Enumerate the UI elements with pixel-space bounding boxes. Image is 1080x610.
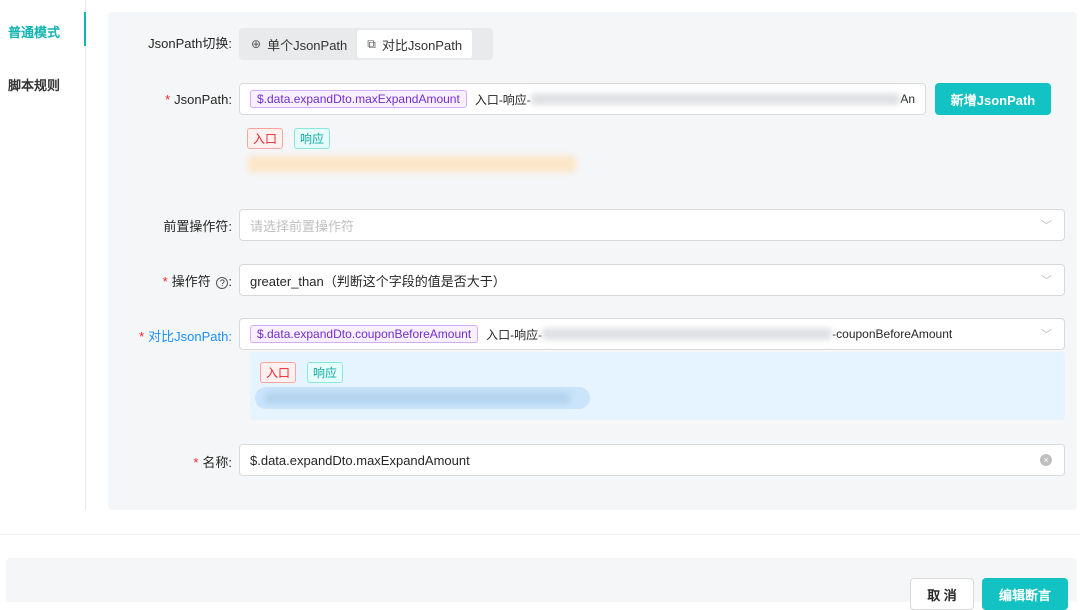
- jsonpath-suffix: An: [900, 92, 915, 106]
- compare-jsonpath-label: * 对比JsonPath:: [120, 326, 232, 345]
- required-mark: *: [165, 92, 171, 107]
- pre-operator-label: 前置操作符:: [163, 219, 232, 234]
- jsonpath-label: * JsonPath:: [130, 92, 232, 107]
- target-icon: ⊕: [251, 37, 262, 51]
- compare-jsonpath-suffix: -couponBeforeAmount: [832, 327, 953, 341]
- blurred-path: [530, 93, 901, 105]
- switch-option-single[interactable]: ⊕ 单个JsonPath: [241, 30, 357, 58]
- sidebar: 普通模式 脚本规则: [0, 0, 86, 510]
- tag-entry: 入口: [260, 362, 297, 383]
- operator-label-text: 操作符: [171, 274, 211, 289]
- jsonpath-switch-label: JsonPath切换:: [148, 36, 232, 51]
- chevron-down-icon: ﹀: [1041, 220, 1052, 232]
- active-tab-indicator: [84, 12, 86, 46]
- chevron-down-icon: ﹀: [1041, 275, 1052, 287]
- jsonpath-switch: ⊕ 单个JsonPath ⧉ 对比JsonPath: [239, 28, 493, 60]
- tag-response: 响应: [294, 128, 331, 149]
- compare-jsonpath-label-text: 对比JsonPath:: [148, 329, 232, 344]
- tag-entry: 入口: [247, 128, 284, 149]
- name-label-text: 名称:: [202, 455, 232, 470]
- compare-jsonpath-select[interactable]: $.data.expandDto.couponBeforeAmount 入口-响…: [239, 318, 1065, 350]
- add-jsonpath-button[interactable]: 新增JsonPath: [935, 83, 1051, 115]
- blurred-compare-preview: [255, 387, 590, 409]
- divider: [0, 534, 1080, 535]
- name-value: $.data.expandDto.maxExpandAmount: [250, 452, 470, 468]
- name-input[interactable]: $.data.expandDto.maxExpandAmount ×: [239, 444, 1065, 476]
- compare-jsonpath-prefix: 入口-响应-: [486, 327, 543, 342]
- required-mark: *: [193, 455, 199, 470]
- blurred-path-preview: [248, 156, 576, 172]
- help-icon[interactable]: ?: [216, 277, 229, 289]
- clear-icon[interactable]: ×: [1040, 454, 1052, 466]
- tab-script-rule[interactable]: 脚本规则: [8, 75, 60, 94]
- chevron-down-icon: ﹀: [1041, 329, 1052, 341]
- jsonpath-input[interactable]: $.data.expandDto.maxExpandAmount 入口-响应- …: [239, 83, 926, 115]
- cancel-button[interactable]: 取 消: [910, 578, 974, 610]
- blurred-path: [265, 392, 570, 404]
- jsonpath-prefix: 入口-响应-: [474, 92, 531, 107]
- compare-icon: ⧉: [367, 36, 376, 51]
- required-mark: *: [139, 329, 145, 344]
- edit-assertion-button[interactable]: 编辑断言: [982, 578, 1068, 610]
- pre-operator-placeholder: 请选择前置操作符: [250, 218, 355, 234]
- name-label: * 名称:: [130, 452, 232, 471]
- blurred-path: [542, 328, 833, 340]
- tag-response: 响应: [307, 362, 344, 383]
- compare-preview-box: [250, 352, 1065, 420]
- required-mark: *: [162, 274, 168, 289]
- operator-select[interactable]: greater_than（判断这个字段的值是否大于） ﹀: [239, 264, 1065, 296]
- jsonpath-label-text: JsonPath:: [174, 92, 232, 107]
- switch-option-single-label: 单个JsonPath: [267, 37, 348, 53]
- switch-option-compare[interactable]: ⧉ 对比JsonPath: [357, 30, 473, 58]
- operator-value: greater_than（判断这个字段的值是否大于）: [250, 273, 506, 289]
- operator-label: * 操作符 ?:: [162, 274, 232, 289]
- tab-normal-mode[interactable]: 普通模式: [8, 22, 60, 41]
- switch-option-compare-label: 对比JsonPath: [381, 37, 463, 53]
- pre-operator-select[interactable]: 请选择前置操作符 ﹀: [239, 209, 1065, 241]
- compare-jsonpath-tag: $.data.expandDto.couponBeforeAmount: [250, 325, 479, 343]
- jsonpath-tag: $.data.expandDto.maxExpandAmount: [250, 90, 467, 108]
